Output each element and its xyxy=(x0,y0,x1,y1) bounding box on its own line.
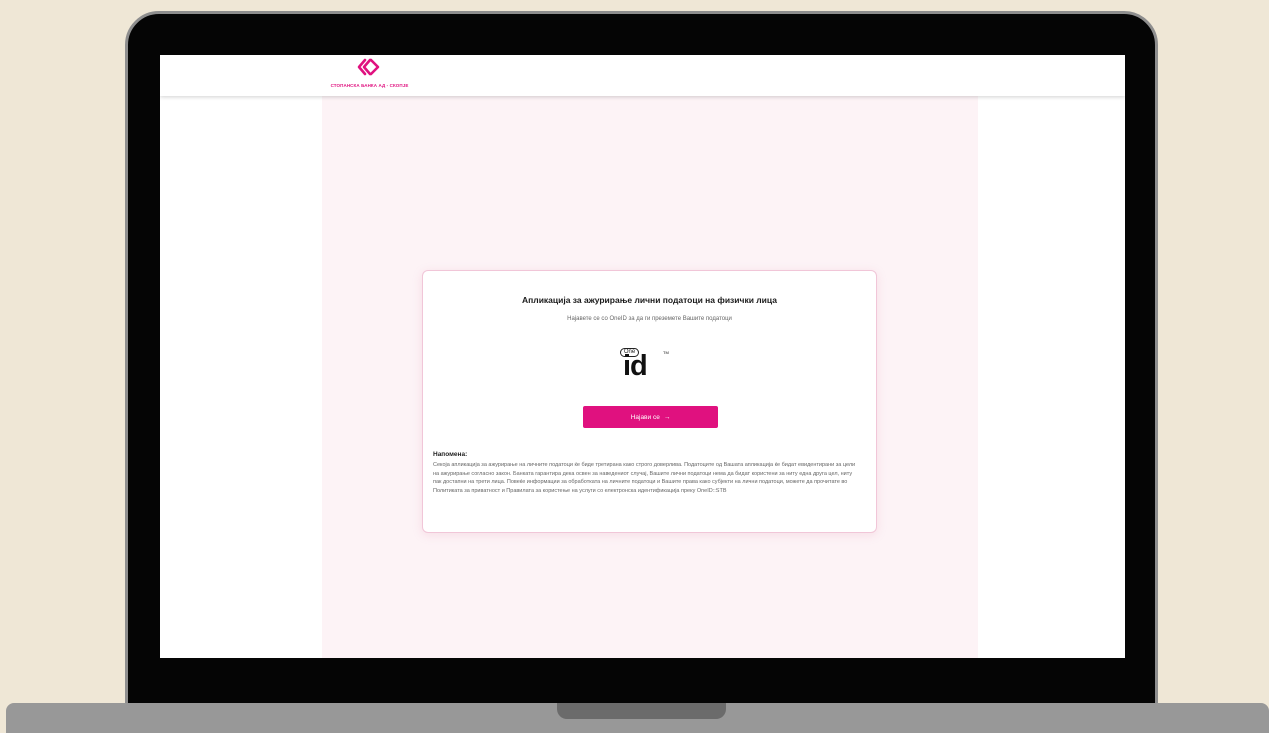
oneid-logo: One id TM xyxy=(618,345,688,383)
note-text: Секоја апликација за ажурирање на личнит… xyxy=(433,462,856,494)
main-content: Апликација за ажурирање лични податоци н… xyxy=(322,96,978,658)
note-title: Напомена: xyxy=(433,451,468,458)
laptop-notch xyxy=(557,703,726,719)
oneid-id-text: id xyxy=(623,350,648,382)
top-navbar: СТОПАНСКА БАНКА АД - СКОПЈЕ xyxy=(160,55,1125,96)
bank-logo[interactable]: СТОПАНСКА БАНКА АД - СКОПЈЕ xyxy=(312,58,427,94)
oneid-tm-text: TM xyxy=(663,350,669,355)
bank-logo-text: СТОПАНСКА БАНКА АД - СКОПЈЕ xyxy=(330,83,409,88)
bank-logo-icon xyxy=(357,58,379,76)
card-title: Апликација за ажурирање лични податоци н… xyxy=(522,295,777,305)
login-button[interactable]: Најави се → xyxy=(583,406,718,428)
card-subtitle: Најавете се со OneID за да ги преземете … xyxy=(567,316,732,322)
browser-screen: СТОПАНСКА БАНКА АД - СКОПЈЕ Апликација з… xyxy=(160,55,1125,658)
arrow-right-icon: → xyxy=(663,413,671,421)
login-button-label: Најави се xyxy=(630,413,660,421)
login-card: Апликација за ажурирање лични податоци н… xyxy=(422,270,877,533)
